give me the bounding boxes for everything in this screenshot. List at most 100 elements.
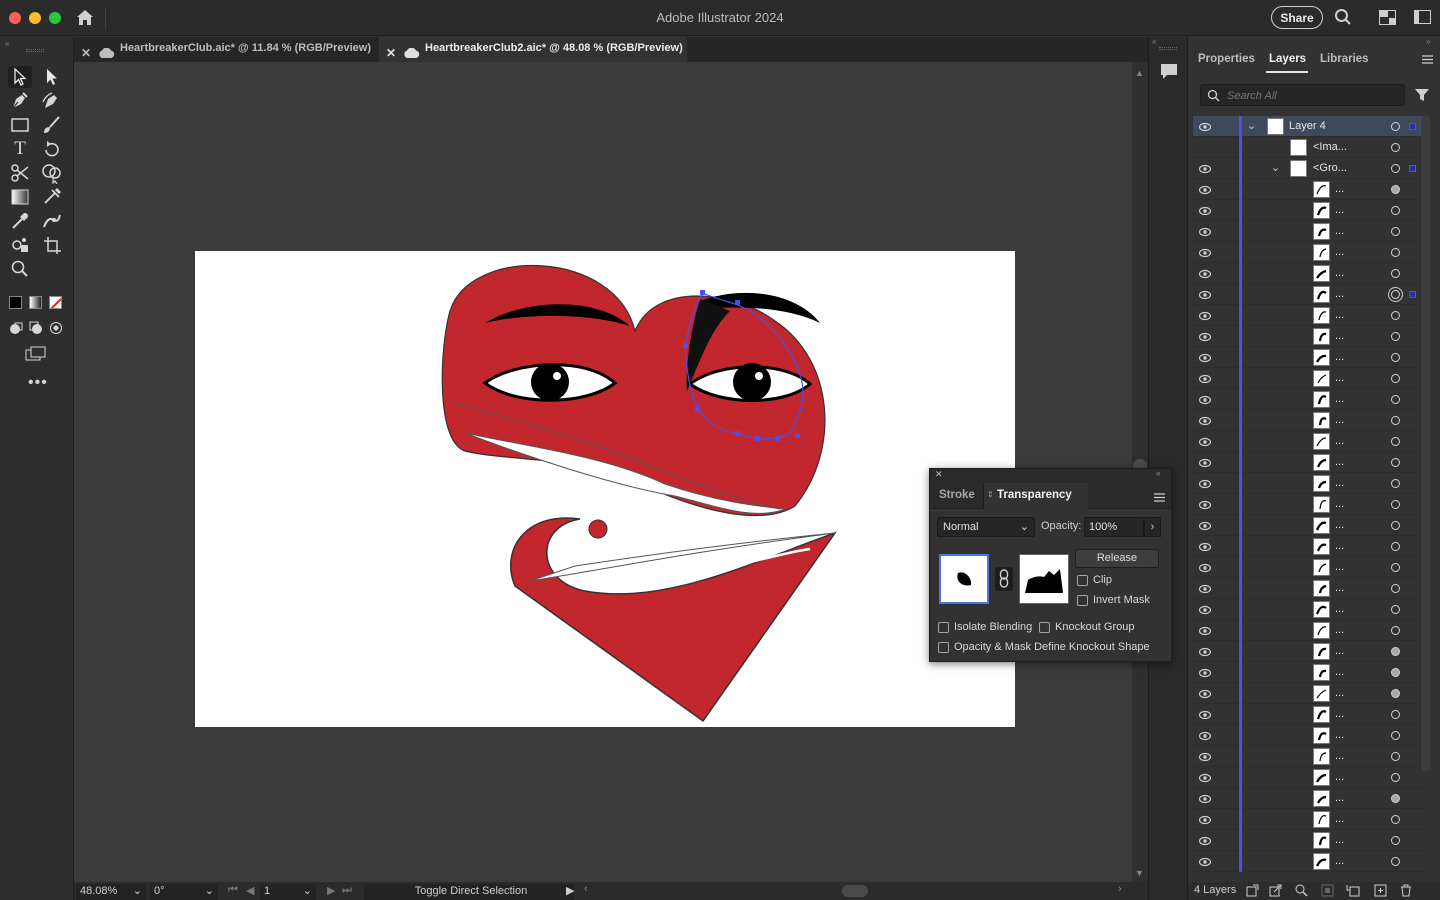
visibility-eye-icon[interactable] — [1198, 415, 1212, 426]
opacity-slider-toggle[interactable]: › — [1144, 517, 1161, 537]
layer-name[interactable]: ... — [1335, 792, 1344, 804]
layer-row-path[interactable]: ... — [1193, 767, 1426, 788]
visibility-eye-icon[interactable] — [1198, 772, 1212, 783]
layer-row-path[interactable]: ... — [1193, 809, 1426, 830]
target-icon[interactable] — [1391, 479, 1400, 488]
layer-name[interactable]: ... — [1335, 834, 1344, 846]
eyedropper-tool-icon[interactable] — [8, 210, 32, 232]
scroll-down-icon[interactable]: ▼ — [1135, 868, 1144, 878]
target-icon[interactable] — [1391, 458, 1400, 467]
paintbrush-tool-icon[interactable] — [40, 114, 64, 136]
visibility-eye-icon[interactable] — [1198, 730, 1212, 741]
artwork-thumbnail[interactable] — [939, 554, 989, 604]
layer-name[interactable]: ... — [1335, 855, 1344, 867]
visibility-eye-icon[interactable] — [1198, 520, 1212, 531]
visibility-eye-icon[interactable] — [1198, 646, 1212, 657]
layer-name[interactable]: ... — [1335, 624, 1344, 636]
layer-name[interactable]: <Gro... — [1313, 162, 1347, 174]
visibility-eye-icon[interactable] — [1198, 310, 1212, 321]
mask-link-icon[interactable] — [995, 567, 1013, 591]
puppet-warp-tool-icon[interactable] — [40, 210, 64, 232]
layer-row-path[interactable]: ... — [1193, 704, 1426, 725]
horizontal-scroll-thumb[interactable] — [842, 885, 868, 897]
panel-menu-icon[interactable] — [1422, 53, 1433, 67]
panel-layout-icon[interactable] — [1414, 10, 1431, 27]
zoom-field[interactable]: 48.08% ⌄ — [76, 884, 146, 900]
collapse-panel-icon[interactable]: » — [1426, 37, 1430, 46]
tool-hint[interactable]: Toggle Direct Selection — [364, 884, 574, 900]
visibility-eye-icon[interactable] — [1198, 331, 1212, 342]
target-icon[interactable] — [1391, 185, 1400, 194]
previous-artboard-icon[interactable]: ◀ — [246, 884, 254, 897]
selection-indicator[interactable] — [1409, 291, 1416, 298]
comments-icon[interactable] — [1159, 61, 1179, 84]
target-icon[interactable] — [1391, 164, 1400, 173]
artboard-field[interactable]: 1 ⌄ — [260, 884, 316, 900]
target-icon[interactable] — [1391, 731, 1400, 740]
layer-row-layer-4[interactable]: ⌄ Layer 4 — [1193, 116, 1426, 137]
layer-row-path[interactable]: ... — [1193, 347, 1426, 368]
visibility-eye-icon[interactable] — [1198, 604, 1212, 615]
visibility-eye-icon[interactable] — [1198, 751, 1212, 762]
layer-name[interactable]: ... — [1335, 183, 1344, 195]
symbol-sprayer-tool-icon[interactable] — [8, 234, 32, 256]
target-icon[interactable] — [1391, 626, 1400, 635]
layer-row-path[interactable]: ... — [1193, 746, 1426, 767]
target-icon[interactable] — [1391, 332, 1400, 341]
scroll-up-icon[interactable]: ▲ — [1135, 68, 1144, 78]
shape-builder-tool-icon[interactable] — [40, 162, 64, 185]
layer-name[interactable]: ... — [1335, 351, 1344, 363]
layer-name[interactable]: ... — [1335, 309, 1344, 321]
draw-normal-icon[interactable] — [9, 321, 23, 338]
layer-row-path[interactable]: ... — [1193, 557, 1426, 578]
screen-mode-icon[interactable] — [25, 346, 47, 365]
invert-mask-checkbox[interactable] — [1077, 595, 1088, 606]
layer-name[interactable]: ... — [1335, 246, 1344, 258]
target-icon[interactable] — [1391, 773, 1400, 782]
target-icon[interactable] — [1391, 248, 1400, 257]
target-icon[interactable] — [1391, 794, 1400, 803]
visibility-eye-icon[interactable] — [1198, 541, 1212, 552]
layer-row-path[interactable]: ... — [1193, 200, 1426, 221]
target-icon[interactable] — [1391, 353, 1400, 362]
grip-icon[interactable] — [1159, 47, 1177, 50]
collapse-chevron-icon[interactable]: « — [5, 39, 9, 48]
visibility-eye-icon[interactable] — [1198, 268, 1212, 279]
gradient-swatch[interactable] — [29, 296, 42, 309]
delete-layer-icon[interactable] — [1400, 884, 1412, 900]
workspace-switcher-icon[interactable] — [1379, 10, 1396, 28]
visibility-eye-icon[interactable] — [1198, 835, 1212, 846]
chevron-down-icon[interactable]: ⌄ — [303, 884, 312, 899]
blend-mode-select[interactable]: Normal ⌄ — [937, 517, 1035, 537]
layer-name[interactable]: ... — [1335, 666, 1344, 678]
layer-row-path[interactable]: ... — [1193, 620, 1426, 641]
visibility-eye-icon[interactable] — [1198, 394, 1212, 405]
next-artboard-icon[interactable]: ▶ — [327, 884, 335, 897]
layer-row-path[interactable]: ... — [1193, 641, 1426, 662]
layer-name[interactable]: ... — [1335, 813, 1344, 825]
none-swatch[interactable] — [49, 296, 62, 309]
collect-export-icon[interactable] — [1246, 884, 1259, 900]
draw-inside-icon[interactable] — [49, 321, 63, 338]
layer-name[interactable]: ... — [1335, 645, 1344, 657]
visibility-eye-icon[interactable] — [1198, 856, 1212, 867]
target-icon[interactable] — [1391, 563, 1400, 572]
knockout-group-checkbox[interactable] — [1039, 622, 1050, 633]
tab-heartbreakerclub2[interactable]: ✕ HeartbreakerClub2.aic* @ 48.08 % (RGB/… — [379, 37, 687, 62]
layer-name[interactable]: <Ima... — [1313, 141, 1347, 153]
layer-name[interactable]: ... — [1335, 729, 1344, 741]
mesh-tool-icon[interactable] — [40, 186, 64, 208]
layer-name[interactable]: ... — [1335, 498, 1344, 510]
new-sublayer-icon[interactable] — [1346, 884, 1360, 900]
layer-row-path[interactable]: ... — [1193, 326, 1426, 347]
layer-row-path[interactable]: ... — [1193, 536, 1426, 557]
layers-search[interactable] — [1200, 84, 1405, 106]
panel-header[interactable]: ✕ « — [930, 469, 1171, 483]
share-button[interactable]: Share — [1271, 6, 1323, 29]
visibility-eye-icon[interactable] — [1198, 226, 1212, 237]
scroll-right-icon[interactable]: › — [1118, 883, 1122, 895]
target-icon[interactable] — [1391, 689, 1400, 698]
tab-stroke[interactable]: Stroke — [939, 489, 975, 501]
opacity-input[interactable]: 100% — [1084, 517, 1144, 537]
target-icon[interactable] — [1391, 290, 1400, 299]
